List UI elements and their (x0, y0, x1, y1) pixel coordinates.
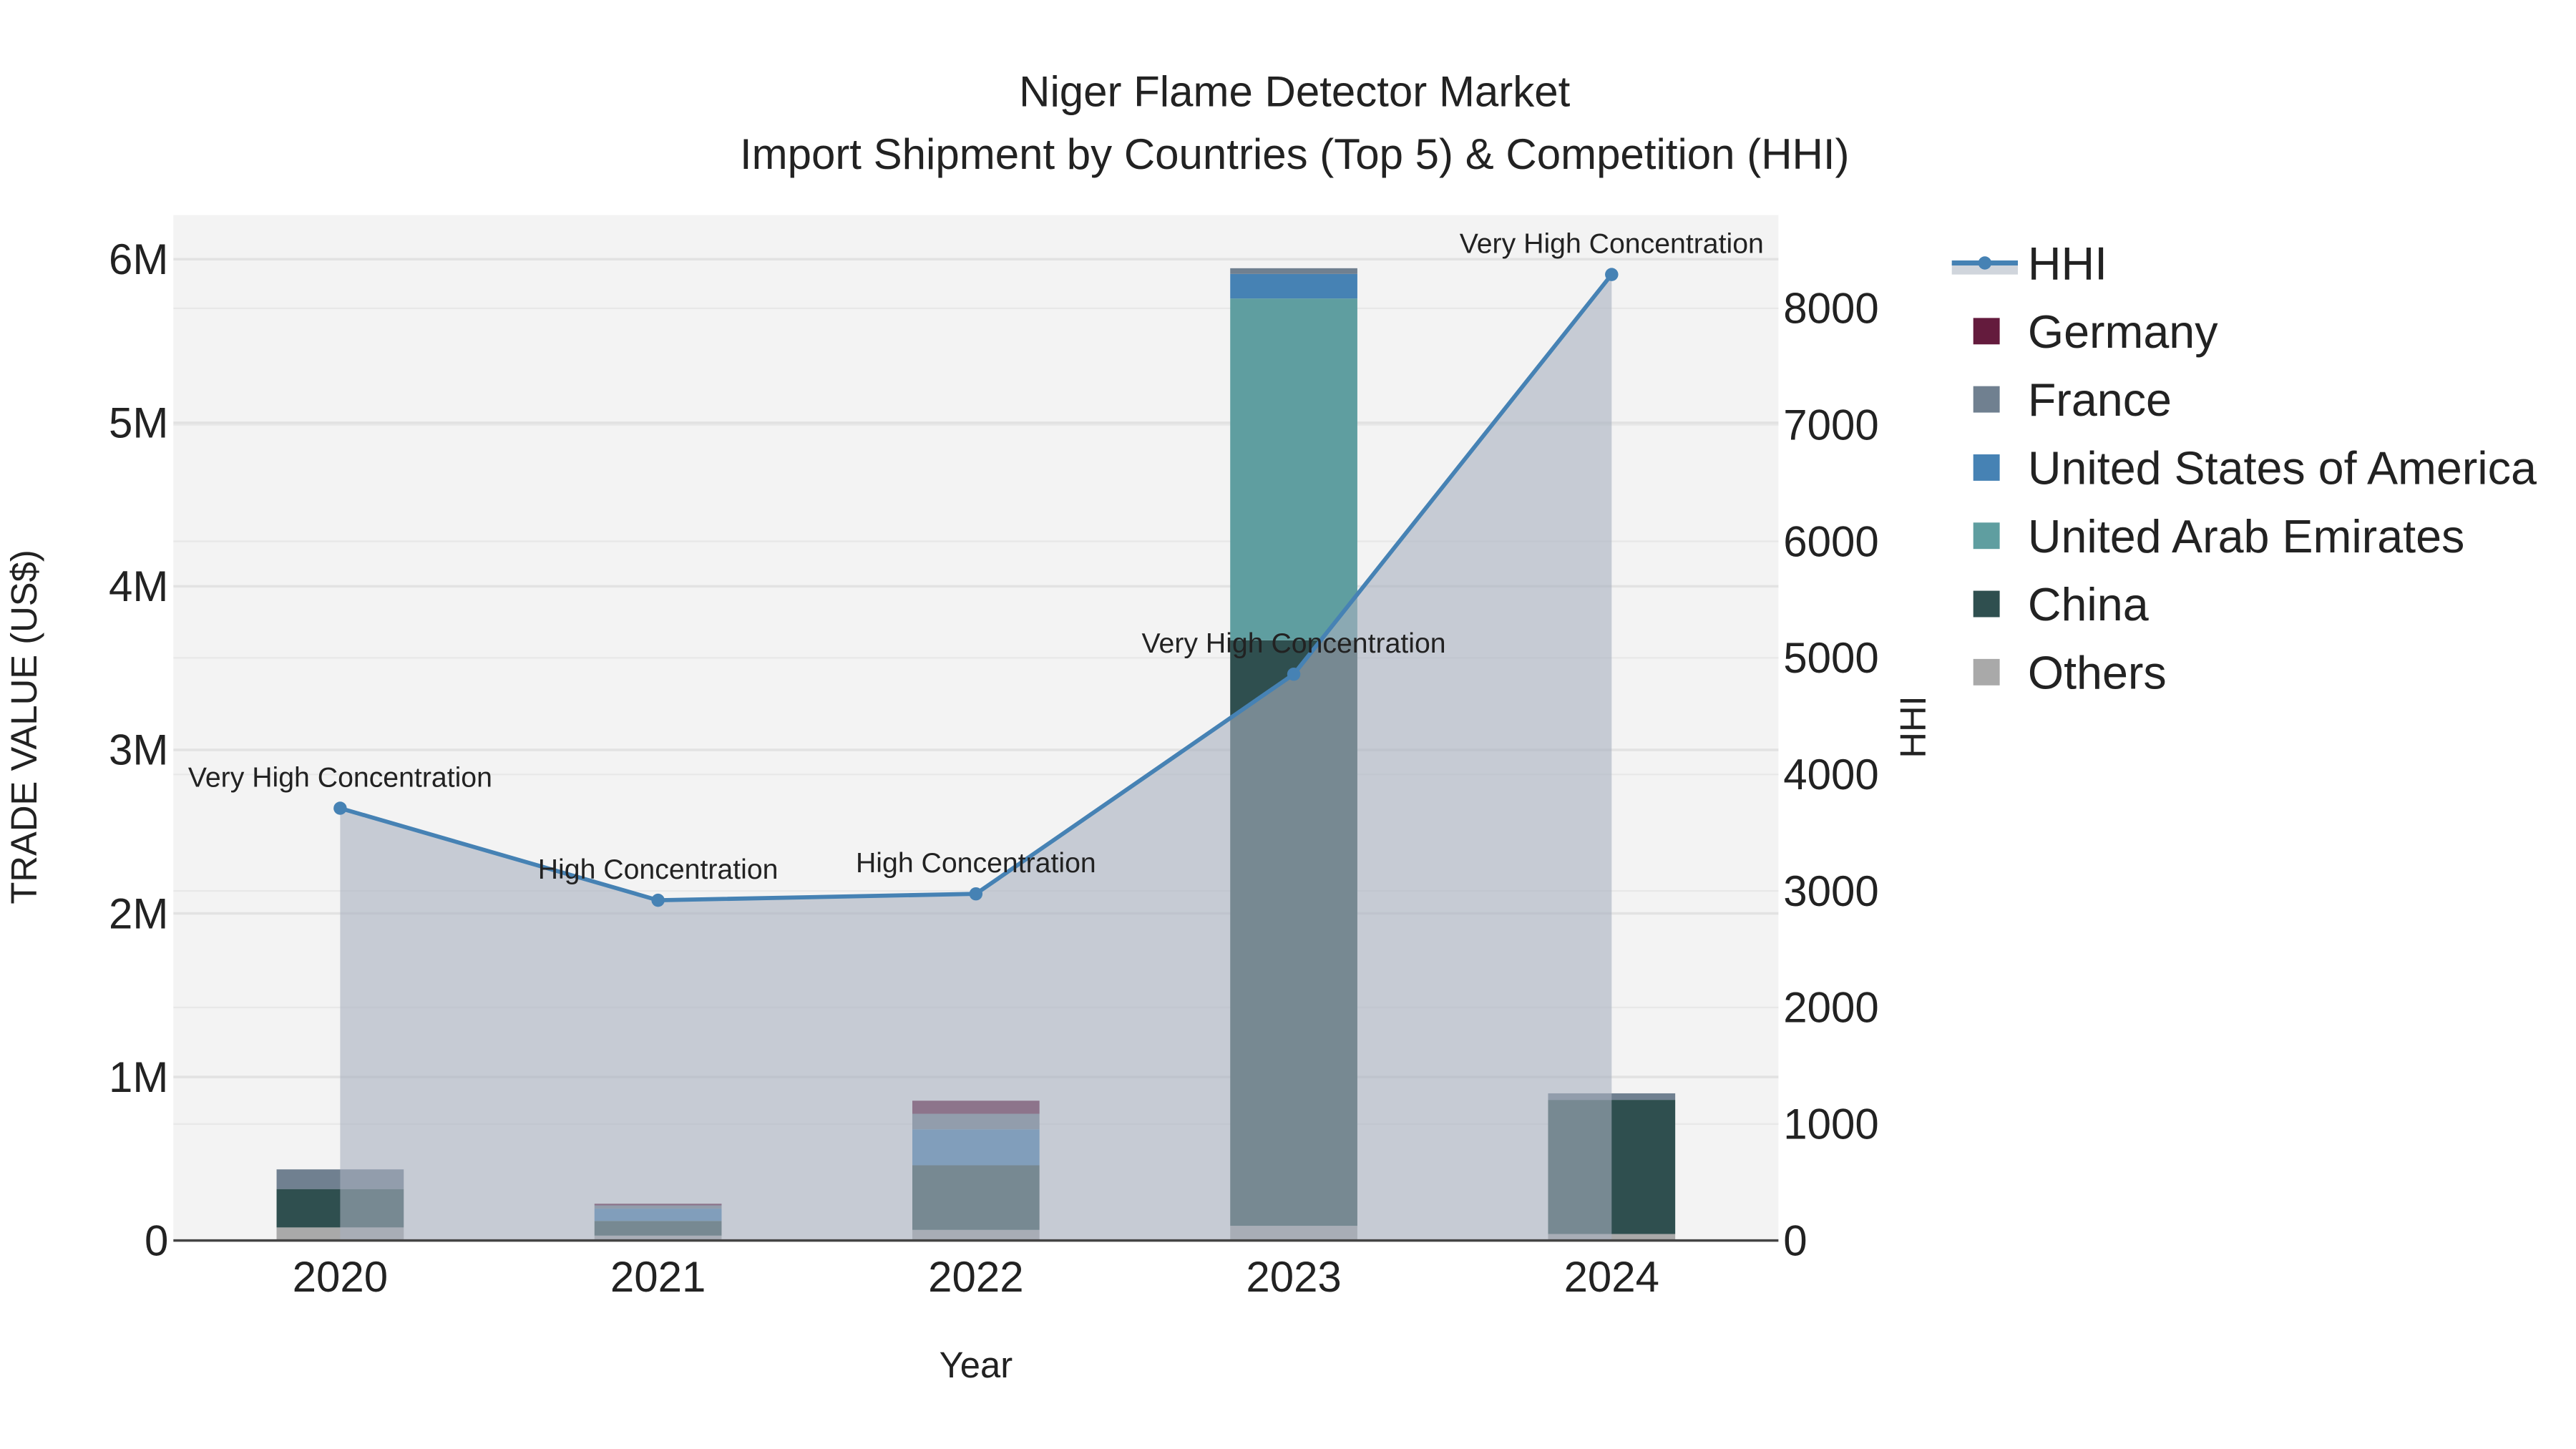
bar-united-states-of-america (1230, 273, 1357, 299)
y2-tick-label: 5000 (1783, 634, 1878, 682)
hhi-annotation: Very High Concentration (188, 761, 492, 793)
legend-label: China (2028, 579, 2149, 630)
legend-swatch (1973, 318, 2000, 345)
legend: HHI Germany France United States of America… (1951, 238, 2537, 698)
hhi-point (1605, 268, 1619, 281)
y2-axis-label: HHI (1893, 696, 1933, 758)
y-tick-label: 2M (109, 889, 168, 937)
legend-label: HHI (2028, 238, 2107, 290)
y2-tick-label: 7000 (1783, 401, 1878, 449)
y-tick-label: 0 (145, 1216, 168, 1264)
legend-swatch (1973, 658, 2000, 686)
y-tick-label: 3M (109, 726, 168, 774)
y-axis-label: TRADE VALUE (US$) (4, 550, 44, 904)
hhi-annotation: High Concentration (856, 847, 1096, 879)
hhi-point (1287, 667, 1301, 681)
legend-hhi-marker (1978, 256, 1992, 270)
bar-united-arab-emirates (1230, 298, 1357, 640)
legend-label: United States of America (2028, 443, 2537, 494)
y-tick-label: 1M (109, 1053, 168, 1101)
legend-label: Germany (2028, 306, 2218, 358)
legend-label: Others (2028, 647, 2167, 698)
x-tick-label: 2020 (293, 1253, 388, 1301)
y-tick-label: 6M (109, 235, 168, 283)
y-tick-label: 4M (109, 562, 168, 610)
x-tick-label: 2024 (1564, 1253, 1659, 1301)
hhi-point (333, 801, 347, 815)
legend-swatch (1973, 454, 2000, 481)
y2-axis: 0 1000 2000 3000 4000 5000 6000 7000 8000 (1783, 285, 1878, 1265)
legend-label: United Arab Emirates (2028, 511, 2464, 562)
hhi-annotation: Very High Concentration (1142, 628, 1446, 659)
y-tick-label: 5M (109, 399, 168, 447)
y2-tick-label: 4000 (1783, 751, 1878, 799)
y-axis: 0 1M 2M 3M 4M 5M 6M (109, 235, 168, 1264)
y2-tick-label: 6000 (1783, 517, 1878, 565)
y2-tick-label: 1000 (1783, 1101, 1878, 1148)
chart-title: Niger Flame Detector Market (1019, 67, 1571, 115)
y2-tick-label: 3000 (1783, 867, 1878, 915)
legend-swatch (1973, 590, 2000, 618)
hhi-point (969, 887, 983, 901)
hhi-point (651, 893, 665, 907)
x-axis-label: Year (940, 1345, 1013, 1385)
legend-swatch (1973, 522, 2000, 550)
bar-france (1230, 268, 1357, 274)
x-axis: 2020 2021 2022 2023 2024 (293, 1253, 1659, 1301)
hhi-annotation: Very High Concentration (1460, 228, 1764, 260)
y2-tick-label: 0 (1783, 1216, 1807, 1264)
y2-tick-label: 2000 (1783, 984, 1878, 1032)
x-tick-label: 2022 (928, 1253, 1023, 1301)
chart-subtitle: Import Shipment by Countries (Top 5) & C… (740, 130, 1850, 178)
x-tick-label: 2023 (1246, 1253, 1341, 1301)
legend-label: France (2028, 374, 2172, 426)
legend-swatch (1973, 386, 2000, 413)
x-tick-label: 2021 (610, 1253, 706, 1301)
hhi-annotation: High Concentration (538, 854, 779, 885)
chart: Niger Flame Detector Market Import Shipm… (4, 67, 2537, 1385)
y2-tick-label: 8000 (1783, 285, 1878, 333)
